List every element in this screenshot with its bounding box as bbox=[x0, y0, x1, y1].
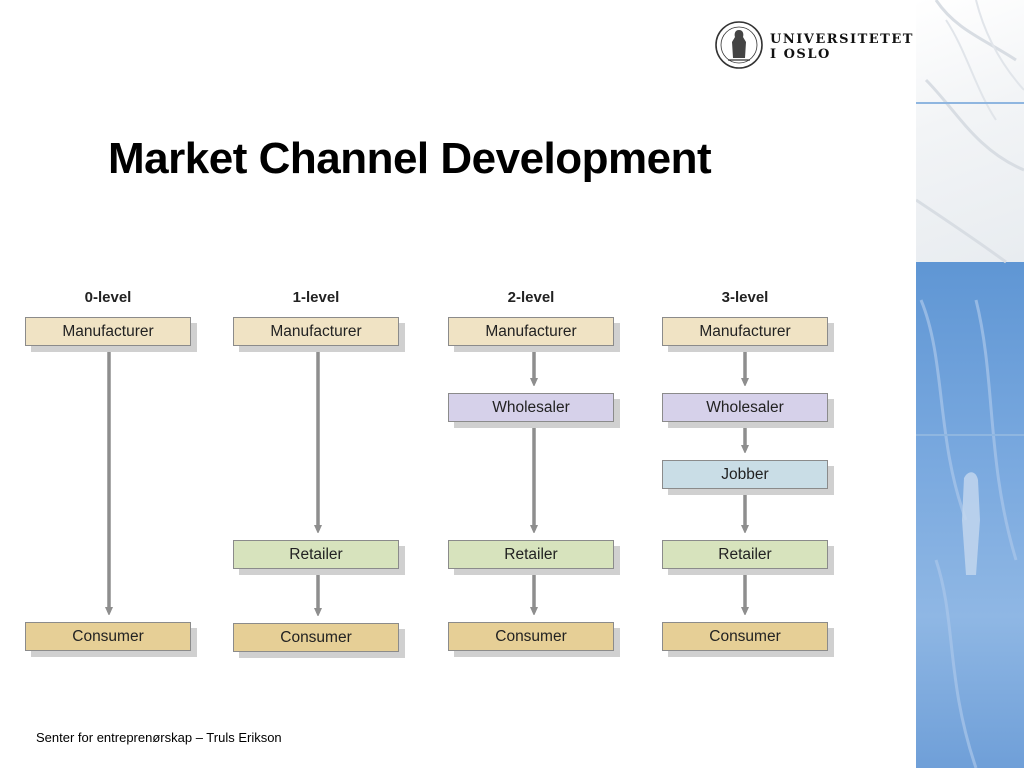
consumer-node: Consumer bbox=[233, 623, 399, 652]
jobber-node: Jobber bbox=[662, 460, 828, 489]
side-panel-divider bbox=[916, 102, 1024, 104]
manufacturer-node: Manufacturer bbox=[25, 317, 191, 346]
retailer-node: Retailer bbox=[448, 540, 614, 569]
wholesaler-node: Wholesaler bbox=[448, 393, 614, 422]
level-header: 2-level bbox=[507, 289, 555, 306]
wholesaler-node: Wholesaler bbox=[662, 393, 828, 422]
level-header: 3-level bbox=[721, 289, 769, 306]
consumer-node: Consumer bbox=[662, 622, 828, 651]
level-header: 1-level bbox=[292, 289, 340, 306]
retailer-node: Retailer bbox=[233, 540, 399, 569]
side-panel-divider bbox=[916, 434, 1024, 436]
decorative-side-panel bbox=[916, 0, 1024, 768]
consumer-node: Consumer bbox=[448, 622, 614, 651]
diagram-arrows bbox=[0, 346, 916, 700]
retailer-node: Retailer bbox=[662, 540, 828, 569]
channel-diagram: 0-level 1-level 2-level 3-level Manufact… bbox=[0, 0, 916, 700]
manufacturer-node: Manufacturer bbox=[448, 317, 614, 346]
side-panel-sculpture-icon bbox=[916, 0, 1024, 768]
consumer-node: Consumer bbox=[25, 622, 191, 651]
manufacturer-node: Manufacturer bbox=[233, 317, 399, 346]
level-header: 0-level bbox=[84, 289, 132, 306]
slide-footer: Senter for entreprenørskap – Truls Eriks… bbox=[36, 730, 282, 745]
manufacturer-node: Manufacturer bbox=[662, 317, 828, 346]
